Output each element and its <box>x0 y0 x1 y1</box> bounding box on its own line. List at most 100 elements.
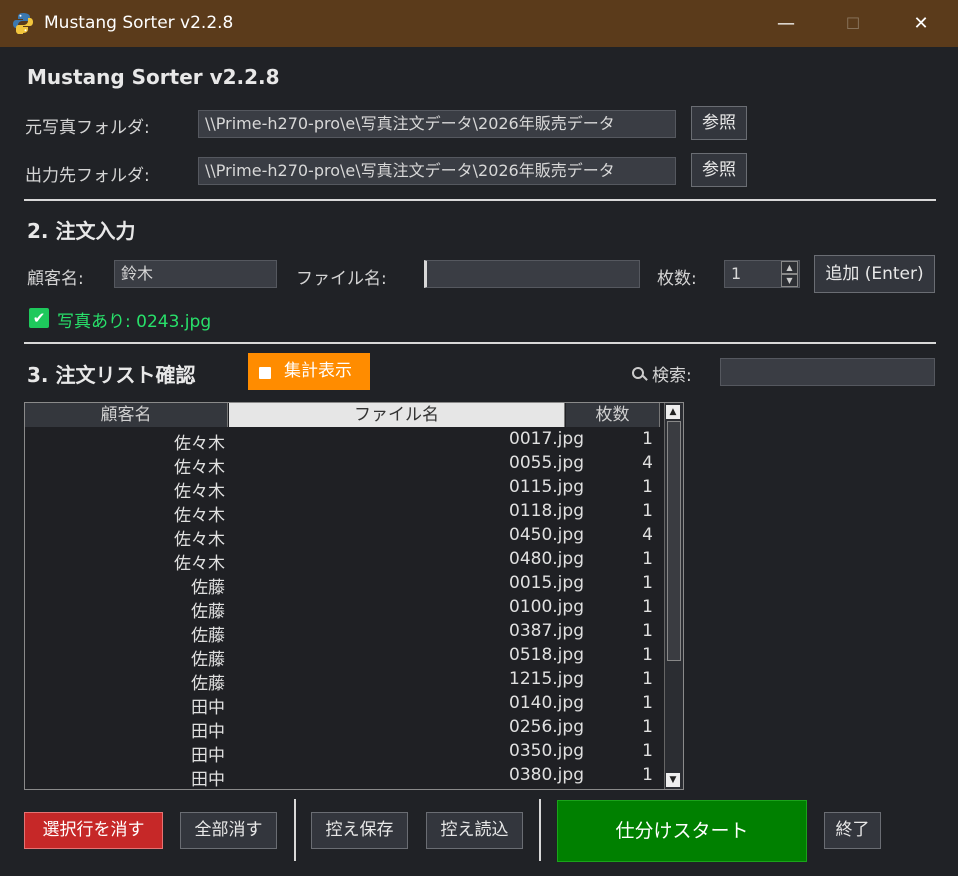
cell-file-name: 0518.jpg <box>509 645 584 665</box>
order-table: 顧客名 ファイル名 枚数 佐々木 0017.jpg 1 佐々木 0055.jpg 4 佐々木… <box>24 402 684 790</box>
cell-quantity: 1 <box>642 501 653 521</box>
cell-customer: 佐藤 <box>191 578 225 598</box>
cell-customer: 佐藤 <box>191 626 225 646</box>
cell-customer: 田中 <box>191 746 225 766</box>
column-header-quantity[interactable]: 枚数 <box>566 403 660 427</box>
cell-file-name: 0480.jpg <box>509 549 584 569</box>
table-scrollbar[interactable]: ▲ ▼ <box>664 403 683 789</box>
load-backup-button[interactable]: 控え読込 <box>426 812 523 849</box>
table-row[interactable]: 佐藤 0518.jpg 1 <box>25 644 665 670</box>
cell-customer: 佐々木 <box>174 482 225 502</box>
cell-quantity: 1 <box>642 693 653 713</box>
delete-selected-button[interactable]: 選択行を消す <box>24 812 163 849</box>
cell-customer: 田中 <box>191 698 225 718</box>
cell-quantity: 4 <box>642 453 653 473</box>
cell-quantity: 1 <box>642 549 653 569</box>
table-body: 佐々木 0017.jpg 1 佐々木 0055.jpg 4 佐々木 0115.jpg 1 佐々木 0… <box>25 428 665 790</box>
button-divider <box>294 799 296 861</box>
search-input[interactable] <box>720 358 935 386</box>
table-row[interactable]: 佐々木 0017.jpg 1 <box>25 428 665 454</box>
python-icon <box>13 13 33 34</box>
exit-button[interactable]: 終了 <box>824 812 881 849</box>
table-row[interactable]: 佐々木 0118.jpg 1 <box>25 500 665 526</box>
column-header-customer[interactable]: 顧客名 <box>25 403 228 427</box>
check-icon: ✔ <box>29 308 49 328</box>
scroll-down-icon[interactable]: ▼ <box>666 773 680 787</box>
cell-quantity: 1 <box>642 669 653 689</box>
table-row[interactable]: 田中 0380.jpg 1 <box>25 764 665 790</box>
cell-quantity: 1 <box>642 477 653 497</box>
search-icon-handle <box>642 375 648 381</box>
table-row[interactable]: 佐藤 1215.jpg 1 <box>25 668 665 694</box>
cell-quantity: 1 <box>642 717 653 737</box>
customer-input[interactable]: 鈴木 <box>114 260 277 288</box>
table-row[interactable]: 佐藤 0387.jpg 1 <box>25 620 665 646</box>
table-row[interactable]: 佐々木 0480.jpg 1 <box>25 548 665 574</box>
table-row[interactable]: 佐藤 0100.jpg 1 <box>25 596 665 622</box>
cell-quantity: 1 <box>642 429 653 449</box>
delete-all-button[interactable]: 全部消す <box>180 812 277 849</box>
spin-up-icon[interactable]: ▲ <box>781 261 798 274</box>
source-folder-field[interactable]: \\Prime-h270-pro\e\写真注文データ\2026年販売データ <box>198 110 676 138</box>
cell-file-name: 0015.jpg <box>509 573 584 593</box>
table-row[interactable]: 佐藤 0015.jpg 1 <box>25 572 665 598</box>
cell-file-name: 0118.jpg <box>509 501 584 521</box>
cell-file-name: 0350.jpg <box>509 741 584 761</box>
cell-file-name: 0055.jpg <box>509 453 584 473</box>
start-sorting-button[interactable]: 仕分けスタート <box>557 800 807 862</box>
output-folder-field[interactable]: \\Prime-h270-pro\e\写真注文データ\2026年販売データ <box>198 157 676 185</box>
table-row[interactable]: 田中 0256.jpg 1 <box>25 716 665 742</box>
app-heading: Mustang Sorter v2.2.8 <box>27 65 280 89</box>
close-button[interactable]: ✕ <box>898 0 944 47</box>
cell-customer: 田中 <box>191 770 225 790</box>
title-bar[interactable]: Mustang Sorter v2.2.8 — ☐ ✕ <box>0 0 958 47</box>
column-header-file[interactable]: ファイル名 <box>229 403 565 427</box>
cell-customer: 佐々木 <box>174 554 225 574</box>
app-window: Mustang Sorter v2.2.8 — ☐ ✕ Mustang Sort… <box>0 0 958 876</box>
cell-file-name: 0387.jpg <box>509 621 584 641</box>
button-divider <box>539 799 541 861</box>
scroll-up-icon[interactable]: ▲ <box>666 405 680 419</box>
section-divider <box>24 342 936 344</box>
summary-button[interactable]: 集計表示 <box>248 353 370 390</box>
cell-quantity: 1 <box>642 741 653 761</box>
minimize-button[interactable]: — <box>763 0 809 47</box>
window-title: Mustang Sorter v2.2.8 <box>44 13 234 33</box>
table-row[interactable]: 佐々木 0450.jpg 4 <box>25 524 665 550</box>
table-row[interactable]: 田中 0140.jpg 1 <box>25 692 665 718</box>
source-browse-button[interactable]: 参照 <box>691 106 747 140</box>
cell-customer: 佐々木 <box>174 458 225 478</box>
cell-customer: 佐々木 <box>174 434 225 454</box>
search-label: 検索: <box>652 366 692 386</box>
table-row[interactable]: 佐々木 0115.jpg 1 <box>25 476 665 502</box>
file-name-input[interactable] <box>424 260 640 288</box>
output-browse-button[interactable]: 参照 <box>691 153 747 187</box>
cell-quantity: 1 <box>642 645 653 665</box>
cell-customer: 田中 <box>191 722 225 742</box>
spin-down-icon[interactable]: ▼ <box>781 274 798 287</box>
cell-file-name: 0115.jpg <box>509 477 584 497</box>
maximize-button[interactable]: ☐ <box>830 0 876 47</box>
cell-file-name: 0100.jpg <box>509 597 584 617</box>
cell-quantity: 1 <box>642 597 653 617</box>
cell-file-name: 0140.jpg <box>509 693 584 713</box>
cell-quantity: 1 <box>642 621 653 641</box>
cell-customer: 佐々木 <box>174 530 225 550</box>
cell-file-name: 0450.jpg <box>509 525 584 545</box>
save-backup-button[interactable]: 控え保存 <box>311 812 408 849</box>
cell-file-name: 0256.jpg <box>509 717 584 737</box>
table-row[interactable]: 田中 0350.jpg 1 <box>25 740 665 766</box>
quantity-label: 枚数: <box>657 269 697 289</box>
cell-customer: 佐藤 <box>191 602 225 622</box>
order-section-title: 2. 注文入力 <box>27 219 136 243</box>
scroll-thumb[interactable] <box>667 421 681 661</box>
cell-quantity: 4 <box>642 525 653 545</box>
output-folder-label: 出力先フォルダ: <box>25 166 150 186</box>
cell-customer: 佐々木 <box>174 506 225 526</box>
cell-quantity: 1 <box>642 573 653 593</box>
file-name-label: ファイル名: <box>296 269 387 289</box>
add-button[interactable]: 追加 (Enter) <box>814 255 935 293</box>
cell-file-name: 1215.jpg <box>509 669 584 689</box>
cell-quantity: 1 <box>642 765 653 785</box>
table-row[interactable]: 佐々木 0055.jpg 4 <box>25 452 665 478</box>
